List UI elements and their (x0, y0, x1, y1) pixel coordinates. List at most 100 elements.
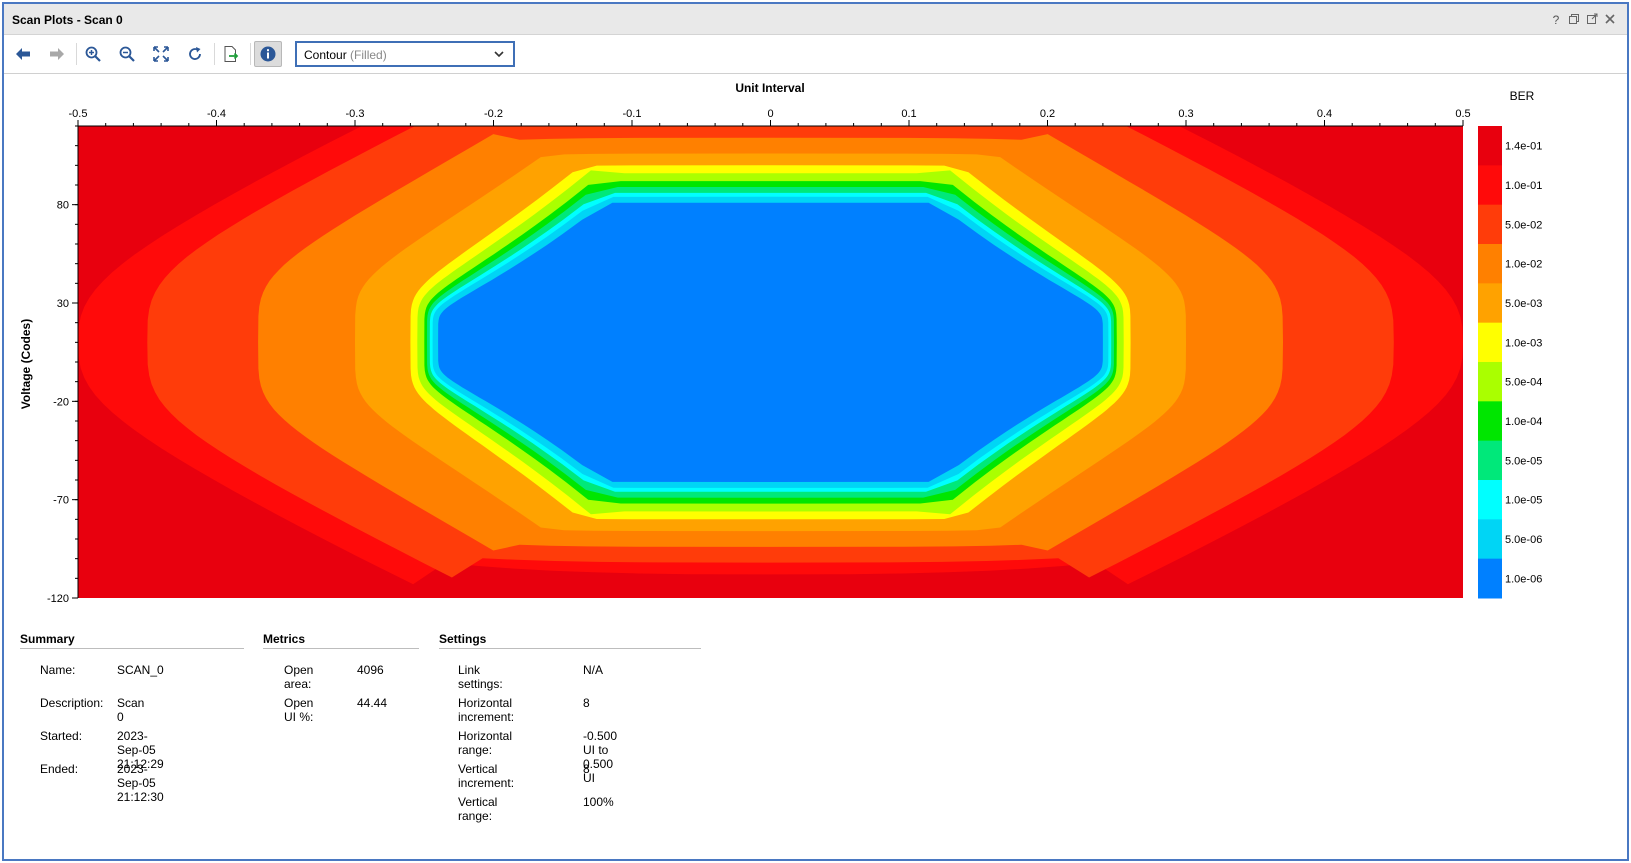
info-value: SCAN_0 (117, 663, 164, 677)
info-label: Name: (40, 663, 76, 677)
toolbar-separator (214, 43, 215, 65)
colorbar: 1.4e-01 1.0e-01 5.0e-02 1.0e-02 5.0e-03 1.0e-… (1478, 126, 1542, 599)
info-label: Horizontal increment: (458, 696, 515, 724)
help-icon[interactable]: ? (1548, 13, 1564, 27)
info-value: 8 (583, 762, 590, 776)
colorbar-label: 5.0e-02 (1505, 219, 1542, 231)
plot-type-label: Contour (304, 48, 347, 62)
colorbar-swatch (1478, 244, 1502, 284)
info-value: 44.44 (357, 696, 388, 710)
colorbar-label: 5.0e-05 (1505, 455, 1542, 467)
x-tick-label: 0.3 (1178, 108, 1193, 120)
info-value: 4096 (357, 663, 384, 677)
colorbar-swatch (1478, 322, 1502, 363)
x-tick-label: 0.4 (1317, 108, 1332, 120)
colorbar-swatch (1478, 558, 1502, 599)
x-axis: -0.5 -0.4 -0.3 -0.2 -0.1 0 0.1 0.2 0.3 0.4 0.5 (69, 108, 1471, 127)
colorbar-label: 1.0e-02 (1505, 259, 1542, 271)
colorbar-label: 1.0e-04 (1505, 416, 1542, 428)
zoom-in-button[interactable] (80, 42, 106, 66)
eye-scan-chart[interactable]: Unit Interval Voltage (Codes) BER -0.5 -0… (4, 74, 1627, 634)
colorbar-title: BER (1510, 89, 1535, 103)
colorbar-swatch (1478, 401, 1502, 442)
x-tick-label: 0 (767, 108, 773, 120)
info-label: Vertical increment: (458, 762, 515, 790)
info-label: Description: (40, 696, 104, 710)
back-button[interactable] (10, 42, 36, 66)
colorbar-swatch (1478, 165, 1502, 206)
colorbar-label: 5.0e-06 (1505, 534, 1542, 546)
x-tick-label: -0.3 (346, 108, 365, 120)
toolbar-separator (250, 43, 251, 65)
colorbar-label: 1.0e-06 (1505, 573, 1542, 585)
info-label: Horizontal range: (458, 729, 513, 757)
x-tick-label: -0.5 (69, 108, 88, 120)
colorbar-swatch (1478, 283, 1502, 324)
plot-type-sublabel: (Filled) (350, 48, 387, 62)
plot-type-value: Contour (Filled) (304, 48, 387, 62)
toolbar: Contour (Filled) (4, 35, 1627, 74)
colorbar-label: 1.0e-05 (1505, 495, 1542, 507)
window-title: Scan Plots - Scan 0 (12, 13, 123, 27)
plot-type-select[interactable]: Contour (Filled) (295, 41, 515, 67)
export-icon (224, 46, 239, 62)
settings-divider (439, 648, 701, 649)
summary-title: Summary (20, 632, 75, 646)
y-tick-label: 30 (57, 298, 69, 310)
info-icon (260, 46, 276, 62)
chevron-down-icon (494, 51, 504, 58)
toolbar-separator (76, 43, 77, 65)
colorbar-swatch (1478, 480, 1502, 520)
info-label: Vertical range: (458, 795, 498, 823)
refresh-button[interactable] (182, 42, 208, 66)
x-axis-label: Unit Interval (735, 81, 804, 95)
colorbar-swatch (1478, 126, 1502, 166)
close-icon[interactable] (1602, 13, 1618, 27)
colorbar-label: 1.0e-03 (1505, 337, 1542, 349)
forward-icon (50, 48, 64, 60)
y-tick-label: -120 (47, 593, 69, 605)
restore-icon[interactable] (1566, 13, 1582, 27)
colorbar-swatch (1478, 519, 1502, 560)
info-label: Open area: (284, 663, 314, 691)
info-value: 2023-Sep-05 21:12:30 (117, 762, 164, 804)
colorbar-swatch (1478, 440, 1502, 481)
fit-icon (153, 46, 169, 62)
zoom-in-icon (85, 46, 101, 62)
contour-layers (78, 126, 1463, 598)
info-button[interactable] (254, 41, 282, 67)
colorbar-label: 1.4e-01 (1505, 141, 1542, 153)
eye-scan-plot[interactable]: Unit Interval Voltage (Codes) BER -0.5 -0… (4, 74, 1627, 634)
y-tick-label: -70 (53, 495, 69, 507)
info-value: 100% (583, 795, 614, 809)
title-bar: Scan Plots - Scan 0 ? (4, 4, 1627, 35)
colorbar-label: 5.0e-04 (1505, 377, 1542, 389)
settings-title: Settings (439, 632, 487, 646)
x-tick-label: -0.1 (623, 108, 642, 120)
float-icon[interactable] (1584, 13, 1600, 27)
info-value: N/A (583, 663, 604, 677)
export-button[interactable] (218, 42, 244, 66)
info-label: Open UI %: (284, 696, 314, 724)
x-tick-label: 0.5 (1455, 108, 1470, 120)
scan-plots-window: Scan Plots - Scan 0 ? Contour (Filled) U… (2, 2, 1629, 861)
info-label: Started: (40, 729, 83, 743)
x-tick-label: 0.2 (1040, 108, 1055, 120)
zoom-out-button[interactable] (114, 42, 140, 66)
fit-view-button[interactable] (148, 42, 174, 66)
y-tick-label: -20 (53, 396, 69, 408)
info-value: 8 (583, 696, 590, 710)
forward-button[interactable] (44, 42, 70, 66)
info-value: -0.500 UI to 0.500 UI (583, 729, 618, 785)
info-value: Scan 0 (117, 696, 145, 724)
info-label: Link settings: (458, 663, 503, 691)
zoom-out-icon (119, 46, 135, 62)
colorbar-label: 1.0e-01 (1505, 180, 1542, 192)
metrics-divider (263, 648, 419, 649)
colorbar-swatch (1478, 204, 1502, 245)
y-tick-label: 80 (57, 200, 69, 212)
y-axis: 80 30 -20 -70 -120 (47, 125, 79, 605)
colorbar-swatch (1478, 362, 1502, 402)
info-label: Ended: (40, 762, 79, 776)
metrics-title: Metrics (263, 632, 306, 646)
